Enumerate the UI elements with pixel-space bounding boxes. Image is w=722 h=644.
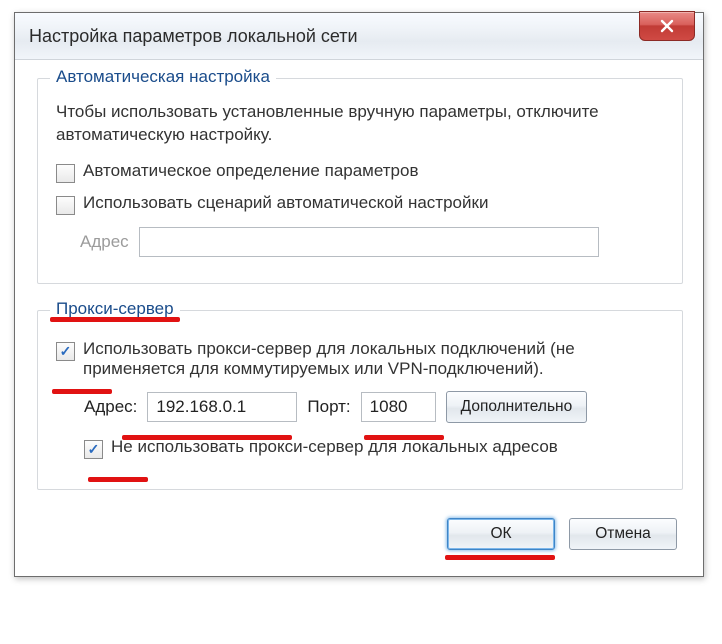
lan-settings-dialog: Настройка параметров локальной сети Авто…: [14, 12, 704, 577]
close-icon: [660, 19, 674, 33]
proxy-group: Прокси-сервер Использовать прокси-сервер…: [37, 310, 683, 490]
annotation-line: [88, 477, 148, 482]
auto-config-help: Чтобы использовать установленные вручную…: [56, 101, 664, 147]
proxy-port-input[interactable]: [361, 392, 436, 422]
proxy-port-label: Порт:: [307, 397, 350, 417]
window-title: Настройка параметров локальной сети: [29, 26, 358, 47]
auto-config-group: Автоматическая настройка Чтобы использов…: [37, 78, 683, 284]
use-script-checkbox[interactable]: [56, 196, 75, 215]
proxy-legend: Прокси-сервер: [50, 299, 180, 319]
dialog-footer: ОК Отмена: [37, 516, 683, 556]
use-script-label: Использовать сценарий автоматической нас…: [83, 193, 488, 213]
proxy-address-input[interactable]: [147, 392, 297, 422]
auto-config-legend: Автоматическая настройка: [50, 67, 276, 87]
auto-detect-label: Автоматическое определение параметров: [83, 161, 418, 181]
use-proxy-label: Использовать прокси-сервер для локальных…: [83, 339, 664, 379]
bypass-local-checkbox[interactable]: [84, 440, 103, 459]
script-address-row: Адрес: [80, 227, 664, 257]
use-proxy-row[interactable]: Использовать прокси-сервер для локальных…: [56, 339, 664, 379]
client-area: Автоматическая настройка Чтобы использов…: [15, 60, 703, 576]
cancel-button[interactable]: Отмена: [569, 518, 677, 550]
auto-detect-row[interactable]: Автоматическое определение параметров: [56, 161, 664, 183]
advanced-button[interactable]: Дополнительно: [446, 391, 588, 423]
bypass-local-label: Не использовать прокси-сервер для локаль…: [111, 437, 558, 457]
script-address-label: Адрес: [80, 232, 129, 252]
script-address-input[interactable]: [139, 227, 599, 257]
titlebar: Настройка параметров локальной сети: [15, 13, 703, 60]
proxy-address-row: Адрес: Порт: Дополнительно: [84, 391, 664, 423]
proxy-address-label: Адрес:: [84, 397, 137, 417]
use-script-row[interactable]: Использовать сценарий автоматической нас…: [56, 193, 664, 215]
ok-button[interactable]: ОК: [447, 518, 555, 550]
bypass-local-row[interactable]: Не использовать прокси-сервер для локаль…: [84, 437, 664, 459]
annotation-line: [445, 555, 555, 560]
auto-detect-checkbox[interactable]: [56, 164, 75, 183]
use-proxy-checkbox[interactable]: [56, 342, 75, 361]
close-button[interactable]: [639, 11, 695, 41]
